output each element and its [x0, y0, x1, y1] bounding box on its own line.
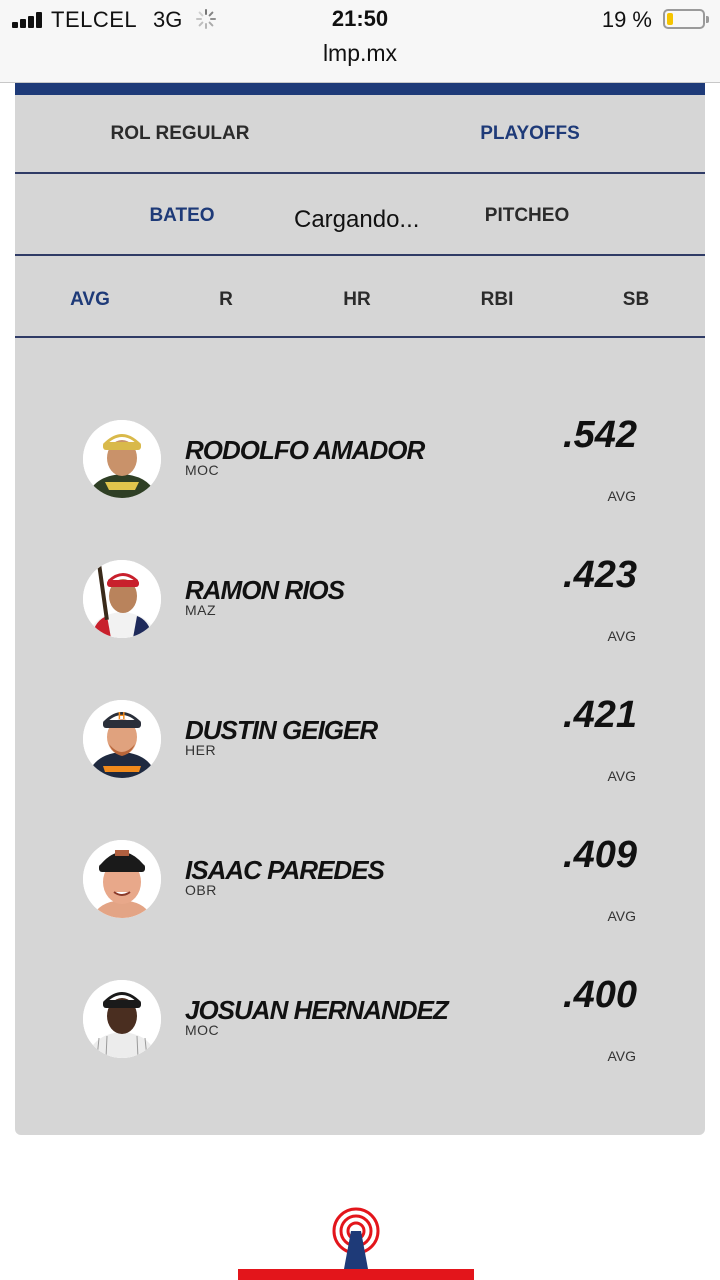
- tab-bateo[interactable]: BATEO: [132, 205, 232, 227]
- player-name[interactable]: RODOLFO AMADOR: [185, 435, 425, 466]
- leaders-panel: ROL REGULAR PLAYOFFS BATEO Cargando... P…: [15, 95, 705, 1135]
- player-photo: [83, 980, 161, 1058]
- tab-playoffs[interactable]: PLAYOFFS: [455, 123, 605, 145]
- battery-percent: 19 %: [601, 7, 652, 32]
- battery-level: [667, 13, 673, 25]
- tab-hr[interactable]: HR: [317, 289, 397, 311]
- tab-rbi[interactable]: RBI: [457, 289, 537, 311]
- header-strip: [15, 83, 705, 95]
- broadcast-logo[interactable]: [238, 1205, 474, 1280]
- stat-value: .421: [563, 694, 637, 736]
- player-photo: [83, 840, 161, 918]
- tab-pitcheo[interactable]: PITCHEO: [477, 205, 577, 227]
- leader-row[interactable]: RODOLFO AMADOR MOC .542 AVG: [15, 414, 705, 530]
- address-bar-url[interactable]: lmp.mx: [0, 40, 720, 67]
- player-name[interactable]: JOSUAN HERNANDEZ: [185, 995, 449, 1026]
- stat-label: AVG: [607, 908, 636, 924]
- stat-tabs: AVG R HR RBI SB: [15, 256, 705, 338]
- leader-row[interactable]: JOSUAN HERNANDEZ MOC .400 AVG: [15, 974, 705, 1090]
- tab-rol-regular[interactable]: ROL REGULAR: [100, 123, 260, 145]
- player-team: MOC: [185, 1022, 220, 1038]
- tab-sb[interactable]: SB: [596, 289, 676, 311]
- player-team: MAZ: [185, 602, 217, 618]
- stat-value: .423: [563, 554, 637, 596]
- stat-value: .400: [563, 974, 637, 1016]
- leader-row[interactable]: ISAAC PAREDES OBR .409 AVG: [15, 834, 705, 950]
- player-team: OBR: [185, 882, 217, 898]
- status-bar: TELCEL 3G 21:50 19 % lmp.mx: [0, 0, 720, 83]
- stat-label: AVG: [607, 628, 636, 644]
- tab-r[interactable]: R: [186, 289, 266, 311]
- season-tabs: ROL REGULAR PLAYOFFS: [15, 95, 705, 174]
- stat-label: AVG: [607, 768, 636, 784]
- type-tabs: BATEO Cargando... PITCHEO: [15, 174, 705, 256]
- player-photo: [83, 420, 161, 498]
- player-photo: H: [83, 700, 161, 778]
- stat-label: AVG: [607, 488, 636, 504]
- loading-text: Cargando...: [294, 206, 420, 233]
- battery-icon: [663, 9, 709, 29]
- stat-value: .409: [563, 834, 637, 876]
- stat-value: .542: [563, 414, 637, 456]
- leader-row[interactable]: H DUSTIN GEIGER HER .421 AVG: [15, 694, 705, 810]
- svg-text:H: H: [118, 711, 125, 722]
- leader-row[interactable]: RAMON RIOS MAZ .423 AVG: [15, 554, 705, 670]
- stat-label: AVG: [607, 1048, 636, 1064]
- player-photo: [83, 560, 161, 638]
- player-team: HER: [185, 742, 217, 758]
- player-team: MOC: [185, 462, 220, 478]
- tab-avg[interactable]: AVG: [50, 289, 130, 311]
